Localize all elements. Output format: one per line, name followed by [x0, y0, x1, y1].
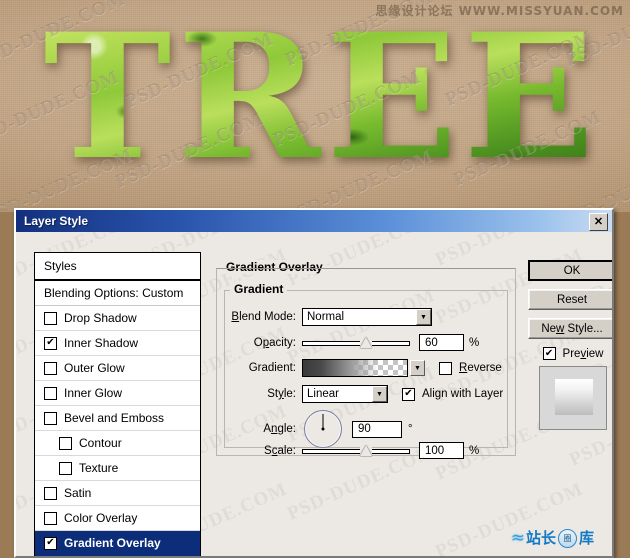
- styles-rows: Drop Shadow ✔ Inner Shadow Outer Glow Inner …: [35, 306, 200, 556]
- style-item-label: Inner Shadow: [64, 336, 139, 350]
- style-item-drop-shadow[interactable]: Drop Shadow: [35, 306, 200, 331]
- style-item-label: Color Overlay: [64, 511, 138, 525]
- style-item-checkbox[interactable]: [59, 436, 72, 450]
- style-item-label: Drop Shadow: [64, 311, 137, 325]
- style-item-label: Satin: [64, 486, 92, 500]
- style-item-texture[interactable]: Texture: [35, 456, 200, 481]
- tree-headline: TREE: [22, 6, 622, 188]
- gradient-label: Gradient:: [248, 362, 296, 374]
- reverse-checkbox-row[interactable]: Reverse: [439, 361, 502, 375]
- style-item-gradient-overlay[interactable]: ✔ Gradient Overlay: [35, 531, 200, 556]
- opacity-slider-track: [302, 340, 410, 346]
- ok-button[interactable]: OK: [528, 260, 612, 281]
- blending-options-item[interactable]: Blending Options: Custom: [35, 281, 200, 306]
- new-style-button[interactable]: New Style...: [528, 318, 612, 339]
- new-style-label: New Style...: [541, 322, 603, 335]
- dialog-title: Layer Style: [24, 214, 89, 228]
- site-logo: ≈ 站长 圈 库: [511, 526, 594, 550]
- style-item-checkbox[interactable]: [59, 461, 72, 475]
- opacity-input[interactable]: 60: [419, 334, 464, 351]
- tree-artwork: TREE: [0, 0, 630, 212]
- site-logo-suffix: 库: [578, 528, 594, 547]
- dialog-buttons: OK Reset New Style... ✔ Preview: [528, 260, 612, 430]
- style-item-checkbox[interactable]: ✔: [44, 536, 57, 550]
- gradient-overlay-panel: Gradient Overlay Gradient Blend Mode: No…: [216, 260, 516, 459]
- site-logo-badge-icon: 圈: [557, 528, 577, 548]
- preview-label: Preview: [562, 347, 604, 360]
- angle-unit: °: [408, 423, 413, 435]
- gradient-preview-swatch[interactable]: [302, 359, 408, 377]
- style-item-checkbox[interactable]: [44, 386, 57, 400]
- style-chevron-down-icon[interactable]: ▼: [372, 386, 387, 402]
- style-item-checkbox[interactable]: [44, 311, 57, 325]
- check-icon: ✔: [404, 388, 413, 399]
- blend-mode-select[interactable]: Normal ▼: [302, 308, 432, 326]
- artwork-canvas: TREE PSD-DUDE.COM PSD-DUDE.COM PSD-DUDE.…: [0, 0, 630, 212]
- align-with-layer-checkbox[interactable]: ✔: [402, 387, 415, 401]
- opacity-unit: %: [469, 336, 480, 349]
- site-logo-text: 站长: [525, 528, 556, 547]
- dialog-body: PSD-DUDE.COM PSD-DUDE.COM PSD-DUDE.COM P…: [16, 232, 612, 556]
- scale-input[interactable]: 100: [419, 442, 464, 459]
- opacity-slider[interactable]: [302, 336, 410, 350]
- blend-mode-label-rest: lend Mode:: [239, 311, 296, 323]
- style-item-inner-shadow[interactable]: ✔ Inner Shadow: [35, 331, 200, 356]
- scale-slider-thumb[interactable]: [360, 444, 372, 456]
- style-select[interactable]: Linear ▼: [302, 385, 388, 403]
- style-item-checkbox[interactable]: [44, 486, 57, 500]
- style-item-outer-glow[interactable]: Outer Glow: [35, 356, 200, 381]
- style-item-color-overlay[interactable]: Color Overlay: [35, 506, 200, 531]
- style-item-label: Outer Glow: [64, 361, 125, 375]
- align-with-layer-label: Align with Layer: [422, 388, 504, 400]
- style-item-label: Contour: [79, 436, 122, 450]
- style-item-bevel-and-emboss[interactable]: Bevel and Emboss: [35, 406, 200, 431]
- gradient-group-title: Gradient: [230, 282, 288, 296]
- style-item-checkbox[interactable]: [44, 361, 57, 375]
- angle-label: Angle:: [263, 423, 296, 435]
- scale-slider-track: [302, 448, 410, 454]
- chevron-down-icon[interactable]: ▼: [416, 309, 431, 325]
- style-item-checkbox[interactable]: [44, 411, 57, 425]
- check-icon: ✔: [544, 347, 554, 359]
- preview-checkbox[interactable]: ✔: [542, 347, 556, 360]
- blend-mode-value: Normal: [307, 311, 345, 323]
- angle-dial-center: [321, 427, 325, 431]
- style-item-checkbox[interactable]: ✔: [44, 336, 57, 350]
- flame-icon: ≈: [510, 527, 525, 548]
- style-item-label: Bevel and Emboss: [64, 411, 165, 425]
- gradient-picker-chevron-down-icon[interactable]: ▼: [410, 360, 425, 376]
- forum-watermark: 思缘设计论坛 WWW.MISSYUAN.COM: [375, 4, 624, 18]
- scale-slider[interactable]: [302, 444, 410, 458]
- styles-list-header[interactable]: Styles: [35, 253, 200, 281]
- style-item-contour[interactable]: Contour: [35, 431, 200, 456]
- style-value: Linear: [307, 388, 339, 400]
- opacity-slider-thumb[interactable]: [359, 336, 372, 348]
- preview-thumbnail: [539, 366, 607, 430]
- dialog-titlebar[interactable]: Layer Style ✕: [16, 210, 612, 232]
- layer-style-dialog: Layer Style ✕ PSD-DUDE.COM PSD-DUDE.COM …: [14, 208, 614, 558]
- preview-thumbnail-shape: [555, 379, 593, 415]
- reverse-label: Reverse: [459, 362, 502, 374]
- align-with-layer-row[interactable]: ✔ Align with Layer: [402, 387, 504, 401]
- style-item-satin[interactable]: Satin: [35, 481, 200, 506]
- style-item-inner-glow[interactable]: Inner Glow: [35, 381, 200, 406]
- angle-input[interactable]: 90: [352, 420, 402, 438]
- close-icon[interactable]: ✕: [589, 213, 608, 231]
- style-item-label: Texture: [79, 461, 119, 475]
- scale-label: Scale:: [264, 444, 296, 457]
- check-icon: ✔: [46, 537, 55, 548]
- opacity-label: Opacity:: [253, 336, 296, 349]
- blend-mode-label: Blend Mode:: [231, 311, 296, 323]
- check-icon: ✔: [46, 337, 55, 348]
- style-item-label: Inner Glow: [64, 386, 123, 400]
- style-item-label: Gradient Overlay: [64, 536, 161, 550]
- styles-list-panel: Styles Blending Options: Custom Drop Sha…: [34, 252, 201, 556]
- style-item-checkbox[interactable]: [44, 511, 57, 525]
- reset-button[interactable]: Reset: [528, 289, 612, 310]
- reverse-checkbox[interactable]: [439, 361, 452, 375]
- style-label: Style:: [267, 388, 296, 400]
- preview-checkbox-row[interactable]: ✔ Preview: [528, 347, 612, 360]
- scale-unit: %: [469, 444, 480, 457]
